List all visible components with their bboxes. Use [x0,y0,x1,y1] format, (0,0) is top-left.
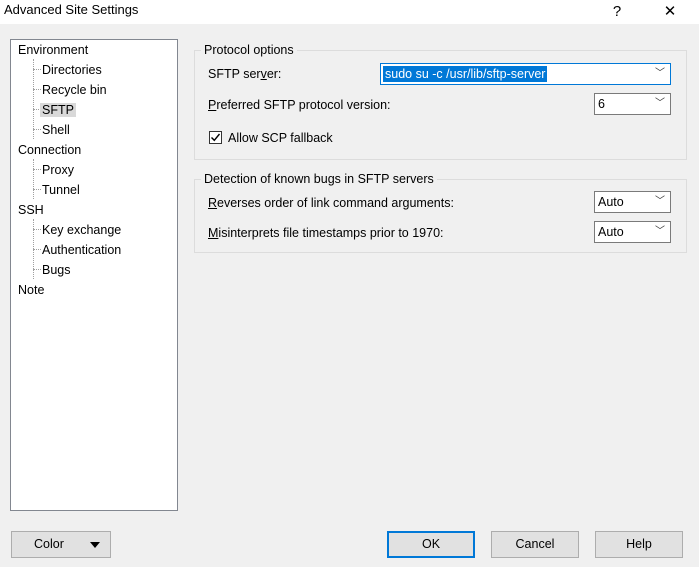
misinterprets-timestamps-label: Misinterprets file timestamps prior to 1… [208,226,444,240]
allow-scp-checkbox[interactable] [209,131,222,144]
reverses-order-select[interactable]: Auto ﹀ [594,191,671,213]
ok-button[interactable]: OK [387,531,475,558]
bug-detection-title: Detection of known bugs in SFTP servers [201,172,437,186]
tree-item-recycle-bin[interactable]: Recycle bin [40,81,109,99]
chevron-down-icon: ﹀ [655,68,665,79]
tree-item-proxy[interactable]: Proxy [40,161,76,179]
close-button[interactable]: ✕ [650,0,690,24]
window-title: Advanced Site Settings [4,2,139,17]
help-title-button[interactable]: ? [597,0,637,24]
tree-item-shell[interactable]: Shell [40,121,72,139]
misinterprets-timestamps-select[interactable]: Auto ﹀ [594,221,671,243]
tree-item-key-exchange[interactable]: Key exchange [40,221,123,239]
chevron-down-icon: ﹀ [655,196,665,207]
chevron-down-icon: ﹀ [655,98,665,109]
tree-item-connection[interactable]: Connection [16,141,83,159]
reverses-order-value: Auto [598,195,624,209]
check-icon [211,133,221,142]
dropdown-arrow-icon [90,542,100,548]
chevron-down-icon: ﹀ [655,226,665,237]
sftp-server-combo[interactable]: sudo su -c /usr/lib/sftp-server ﹀ [380,63,671,85]
close-icon: ✕ [663,3,677,20]
preferred-version-value: 6 [598,97,605,111]
tree-connector [33,159,34,199]
cancel-button[interactable]: Cancel [491,531,579,558]
tree-item-directories[interactable]: Directories [40,61,104,79]
tree-connector [33,59,34,139]
tree-item-ssh[interactable]: SSH [16,201,46,219]
tree-item-authentication[interactable]: Authentication [40,241,123,259]
tree-item-environment[interactable]: Environment [16,41,90,59]
help-button[interactable]: Help [595,531,683,558]
preferred-version-select[interactable]: 6 ﹀ [594,93,671,115]
sftp-server-value: sudo su -c /usr/lib/sftp-server [383,66,548,82]
color-button[interactable]: Color [11,531,111,558]
title-bar: Advanced Site Settings ? ✕ [0,0,699,24]
tree-item-note[interactable]: Note [16,281,46,299]
allow-scp-label[interactable]: Allow SCP fallback [228,131,333,145]
help-icon: ? [612,3,622,20]
protocol-options-title: Protocol options [201,43,297,57]
tree-item-tunnel[interactable]: Tunnel [40,181,82,199]
sftp-server-label: SFTP server: [208,67,282,81]
reverses-order-label: Reverses order of link command arguments… [208,196,454,210]
tree-item-bugs[interactable]: Bugs [40,261,73,279]
preferred-version-label: Preferred SFTP protocol version: [208,98,391,112]
misinterprets-timestamps-value: Auto [598,225,624,239]
tree-item-sftp[interactable]: SFTP [40,101,76,119]
settings-tree[interactable]: Environment Directories Recycle bin SFTP… [10,39,178,511]
